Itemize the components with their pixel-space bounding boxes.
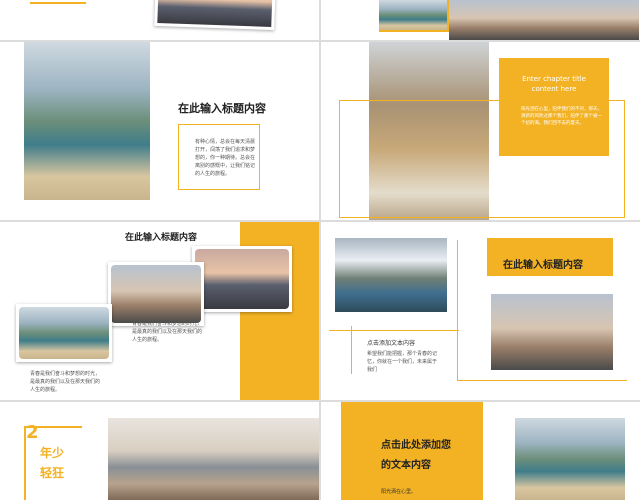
divider-line-h1 (329, 330, 459, 331)
divider-line-v1 (351, 326, 352, 374)
slide-3[interactable]: Enter chapter title content here 阳光洒在心里，… (321, 42, 640, 220)
photo-desert-cheer (491, 294, 613, 370)
photo-coast-vista (515, 418, 625, 500)
slide-title: 在此输入标题内容 (503, 260, 583, 271)
divider-line-h2 (457, 380, 627, 381)
badge-line-2: 轻狂 (40, 466, 65, 480)
badge-partial (30, 0, 86, 4)
body-text: 阳光洒在心里。 (381, 489, 417, 495)
outline-frame (339, 100, 625, 218)
slide-title: 在此输入标题内容 (125, 233, 198, 243)
title-line-1: 点击此处添加您 (381, 440, 451, 451)
caption-title: 点击添加文本内容 (367, 340, 416, 347)
caption-body: 希望我们能把握，那个青春的记忆，你就在一个我们，未来属于我们 (367, 351, 438, 373)
badge-number: 2 (26, 422, 39, 443)
slide-body: 有种心情，总会在每天清晨打开，闯荡了我们追求和梦想的，你一种期待。总会在离别的感… (195, 139, 256, 177)
photo-group-sunset (192, 246, 292, 312)
title-line-2: 的文本内容 (381, 460, 431, 471)
caption-2: 青春是我们奋斗和梦想的时光，是最真的我们以及在那天我们的人生的旅程。 (30, 371, 101, 393)
slide-title: 在此输入标题内容 (178, 102, 266, 115)
caption-1: 青春是我们奋斗和梦想的时光，是最真的我们以及在那天我们的人生的旅程。 (132, 321, 203, 343)
photo-top-right-1 (379, 0, 447, 30)
slide-4[interactable]: 在此输入标题内容 青春是我们奋斗和梦想的时光，是最真的我们以及在那天我们的人生的… (0, 222, 319, 400)
photo-coast-couple (24, 42, 150, 200)
photo-desert-friends (108, 262, 204, 326)
slide-5[interactable]: 在此输入标题内容 点击添加文本内容 希望我们能把握，那个青春的记忆，你就在一个我… (321, 222, 640, 400)
divider-line-v2 (457, 240, 458, 380)
badge-line-1: 年少 (40, 446, 65, 460)
slide-6[interactable]: 2 年少 轻狂 (0, 402, 319, 500)
accent-panel (341, 402, 483, 500)
photo-top-left (154, 0, 276, 31)
slide-top-left[interactable] (0, 0, 319, 40)
photo-mountain-lake (335, 238, 447, 312)
photo-top-right-2 (449, 0, 639, 40)
chapter-title: Enter chapter title content here (522, 75, 586, 93)
photo-rock-beach (108, 418, 319, 500)
slide-top-right[interactable] (321, 0, 640, 40)
photo-coast-couple (16, 304, 112, 362)
slide-2[interactable]: 在此输入标题内容 有种心情，总会在每天清晨打开，闯荡了我们追求和梦想的，你一种期… (0, 42, 319, 220)
slide-7[interactable]: 点击此处添加您 的文本内容 阳光洒在心里。 (321, 402, 640, 500)
